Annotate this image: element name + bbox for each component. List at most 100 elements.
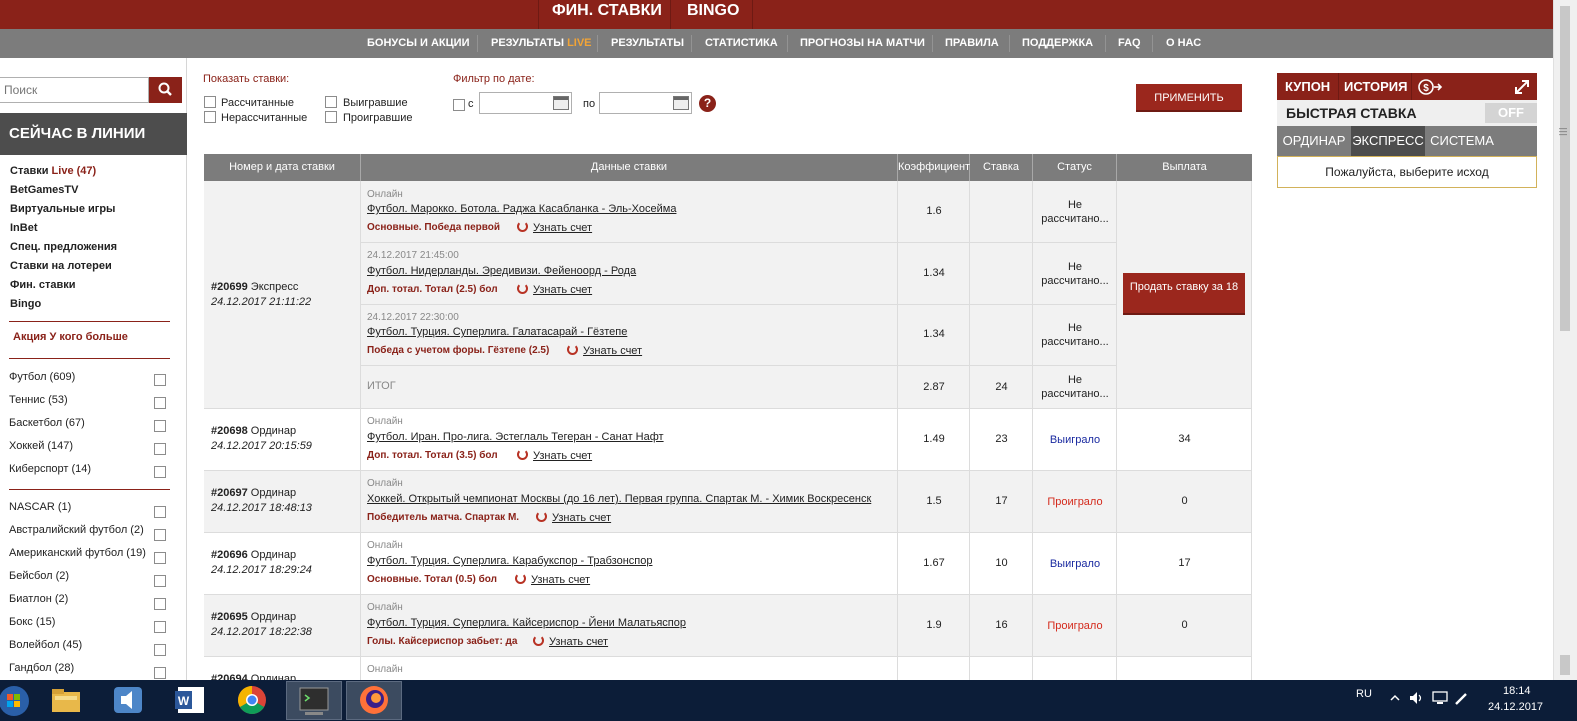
event-link[interactable]: Хоккей. Открытый чемпионат Москвы (до 16… — [367, 493, 871, 505]
firefox-icon[interactable] — [356, 683, 392, 717]
event-link[interactable]: Футбол. Турция. Суперлига. Карабукспор -… — [367, 555, 652, 567]
event-link[interactable]: Футбол. Нидерланды. Эредивизи. Фейеноорд… — [367, 265, 636, 277]
flag-icon[interactable] — [1454, 691, 1468, 705]
event-link[interactable]: Футбол. Марокко. Ботола. Раджа Касабланк… — [367, 203, 676, 215]
fast-bet-toggle[interactable]: OFF — [1485, 103, 1537, 123]
lost-checkbox[interactable] — [325, 111, 337, 123]
sport-checkbox[interactable] — [154, 552, 166, 564]
sidebar-item-inbet[interactable]: InBet — [10, 222, 38, 234]
scrollbar-thumb[interactable] — [1560, 6, 1570, 331]
refresh-icon[interactable] — [515, 573, 526, 584]
score-link[interactable]: Узнать счет — [552, 512, 611, 524]
tab-express[interactable]: ЭКСПРЕСС — [1351, 126, 1425, 156]
sport-checkbox[interactable] — [154, 529, 166, 541]
nav-statistics[interactable]: СТАТИСТИКА — [705, 29, 778, 58]
word-icon[interactable]: W — [172, 683, 208, 717]
sport-item[interactable]: Бокс (15) — [9, 616, 55, 628]
scrollbar-thumb-bottom[interactable] — [1560, 655, 1570, 675]
nav-predictions[interactable]: ПРОГНОЗЫ НА МАТЧИ — [800, 29, 925, 58]
audio-icon[interactable] — [110, 683, 146, 717]
sidebar-item-betgamestv[interactable]: BetGamesTV — [10, 184, 78, 196]
refresh-icon[interactable] — [533, 635, 544, 646]
tab-coupon[interactable]: КУПОН — [1285, 73, 1330, 100]
tab-bingo[interactable]: BINGO — [687, 0, 739, 29]
apply-button[interactable]: ПРИМЕНИТЬ — [1136, 84, 1242, 112]
promo-link[interactable]: Акция У кого больше — [13, 331, 128, 343]
terminal-icon[interactable] — [296, 683, 332, 717]
language-indicator[interactable]: RU — [1356, 688, 1372, 700]
nav-bonuses[interactable]: БОНУСЫ И АКЦИИ — [367, 29, 470, 58]
sport-item[interactable]: Киберспорт (14) — [9, 463, 91, 475]
money-exchange-icon[interactable]: $ — [1417, 77, 1443, 97]
sidebar-item-bingo[interactable]: Bingo — [10, 298, 41, 310]
page-scrollbar[interactable]: — — — — [1553, 0, 1577, 680]
explorer-icon[interactable] — [48, 683, 84, 717]
sport-checkbox[interactable] — [154, 374, 166, 386]
nav-results[interactable]: РЕЗУЛЬТАТЫ — [611, 29, 684, 58]
score-link[interactable]: Узнать счет — [533, 222, 592, 234]
sport-checkbox[interactable] — [154, 443, 166, 455]
score-link[interactable]: Узнать счет — [531, 574, 590, 586]
windows-start-icon[interactable] — [0, 682, 40, 720]
clock-date[interactable]: 24.12.2017 — [1488, 701, 1543, 713]
sidebar-item-lottery[interactable]: Ставки на лотереи — [10, 260, 112, 272]
event-link[interactable]: Футбол. Турция. Суперлига. Кайсериспор -… — [367, 617, 686, 629]
nav-about[interactable]: О НАС — [1166, 29, 1201, 58]
score-link[interactable]: Узнать счет — [583, 345, 642, 357]
sport-checkbox[interactable] — [154, 575, 166, 587]
tab-single[interactable]: ОРДИНАР — [1277, 126, 1351, 156]
refresh-icon[interactable] — [517, 283, 528, 294]
won-checkbox[interactable] — [325, 96, 337, 108]
calendar-icon[interactable] — [673, 96, 689, 110]
date-to-input[interactable] — [599, 92, 692, 114]
sport-item[interactable]: Хоккей (147) — [9, 440, 73, 452]
sport-checkbox[interactable] — [154, 667, 166, 679]
tray-arrow-icon[interactable] — [1389, 692, 1401, 704]
calendar-icon[interactable] — [553, 96, 569, 110]
chrome-icon[interactable] — [234, 683, 270, 717]
refresh-icon[interactable] — [536, 511, 547, 522]
sport-item[interactable]: Теннис (53) — [9, 394, 68, 406]
sport-checkbox[interactable] — [154, 420, 166, 432]
refresh-icon[interactable] — [517, 449, 528, 460]
refresh-icon[interactable] — [567, 344, 578, 355]
sidebar-item-fin[interactable]: Фин. ставки — [10, 279, 76, 291]
refresh-icon[interactable] — [517, 221, 528, 232]
sport-item[interactable]: Гандбол (28) — [9, 662, 74, 674]
sport-checkbox[interactable] — [154, 506, 166, 518]
sport-checkbox[interactable] — [154, 598, 166, 610]
nav-faq[interactable]: FAQ — [1118, 29, 1141, 58]
sport-item[interactable]: Бейсбол (2) — [9, 570, 69, 582]
sport-item[interactable]: Баскетбол (67) — [9, 417, 85, 429]
search-input[interactable] — [0, 77, 149, 103]
nav-support[interactable]: ПОДДЕРЖКА — [1022, 29, 1093, 58]
date-filter-checkbox[interactable] — [453, 99, 465, 111]
sport-checkbox[interactable] — [154, 644, 166, 656]
nav-results-live[interactable]: РЕЗУЛЬТАТЫ LIVE — [491, 29, 592, 58]
search-button[interactable] — [149, 77, 182, 103]
volume-icon[interactable] — [1409, 691, 1425, 705]
score-link[interactable]: Узнать счет — [533, 450, 592, 462]
sport-checkbox[interactable] — [154, 466, 166, 478]
sidebar-item-special[interactable]: Спец. предложения — [10, 241, 117, 253]
sport-item[interactable]: Футбол (609) — [9, 371, 75, 383]
sell-bet-button[interactable]: Продать ставку за 18 — [1123, 273, 1245, 315]
tab-fin-bets[interactable]: ФИН. СТАВКИ — [552, 0, 662, 29]
sport-item[interactable]: Биатлон (2) — [9, 593, 68, 605]
unsettled-checkbox[interactable] — [204, 111, 216, 123]
sport-item[interactable]: Австралийский футбол (2) — [9, 524, 144, 536]
clock-time[interactable]: 18:14 — [1503, 685, 1531, 697]
sport-checkbox[interactable] — [154, 621, 166, 633]
help-icon[interactable]: ? — [699, 95, 716, 112]
sport-checkbox[interactable] — [154, 397, 166, 409]
score-link[interactable]: Узнать счет — [549, 636, 608, 648]
sport-item[interactable]: Американский футбол (19) — [9, 547, 146, 559]
nav-rules[interactable]: ПРАВИЛА — [945, 29, 999, 58]
sidebar-item-live[interactable]: Ставки Live (47) — [10, 165, 96, 177]
sport-item[interactable]: NASCAR (1) — [9, 501, 71, 513]
event-link[interactable]: Футбол. Турция. Суперлига. Галатасарай -… — [367, 326, 627, 338]
tab-history[interactable]: ИСТОРИЯ — [1344, 73, 1408, 100]
event-link[interactable]: Футбол. Иран. Про-лига. Эстеглаль Тегера… — [367, 431, 664, 443]
settled-checkbox[interactable] — [204, 96, 216, 108]
tab-system[interactable]: СИСТЕМА — [1425, 126, 1499, 156]
